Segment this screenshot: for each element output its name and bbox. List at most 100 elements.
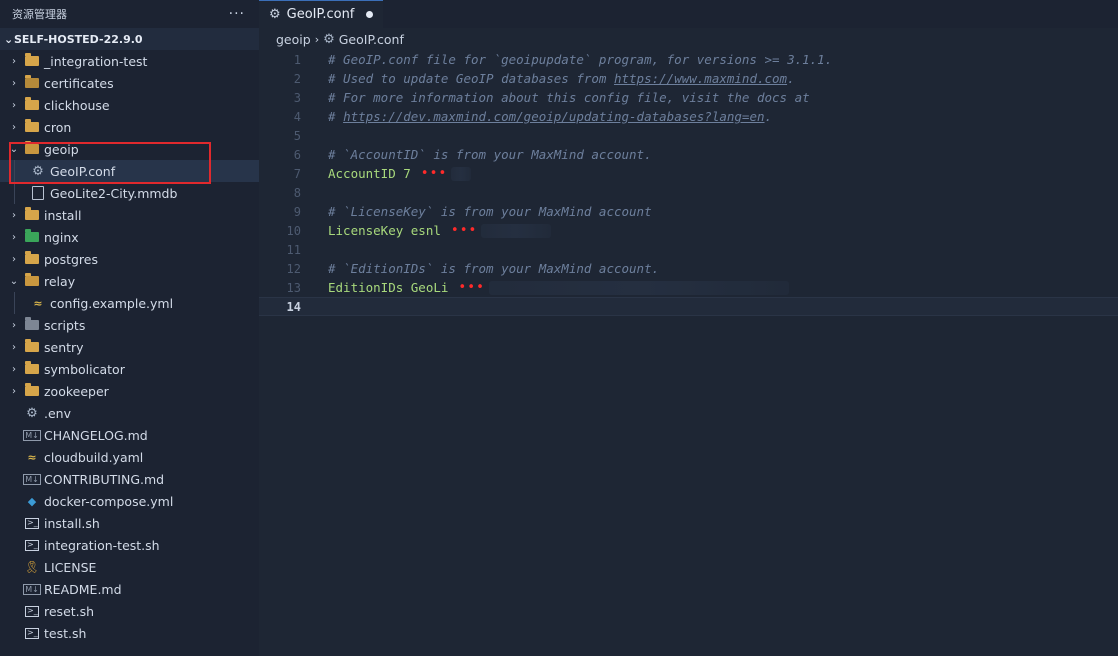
tree-item-label: integration-test.sh	[44, 537, 160, 553]
folder-icon	[24, 361, 40, 376]
tree-item-label: reset.sh	[44, 603, 95, 619]
tree-item[interactable]: ⚙ .env	[0, 402, 259, 424]
more-actions-icon[interactable]: ···	[229, 6, 245, 22]
line-number: 12	[286, 261, 301, 276]
code-line[interactable]: 3 # For more information about this confi…	[259, 88, 1118, 107]
shell-icon: >_	[25, 605, 39, 617]
line-number: 7	[293, 166, 301, 181]
code-line[interactable]: 10 LicenseKey esnl •••	[259, 221, 1118, 240]
chevron-right-icon: ›	[12, 319, 16, 331]
tree-item-label: LICENSE	[44, 559, 97, 575]
chevron-right-icon: ›	[12, 77, 16, 89]
code-link[interactable]: https://dev.maxmind.com/geoip/updating-d…	[343, 109, 764, 124]
line-number: 11	[286, 242, 301, 257]
code-text: # `LicenseKey` is from your MaxMind acco…	[328, 204, 652, 219]
code-line[interactable]: 14	[259, 297, 1118, 316]
code-line[interactable]: 12 # `EditionIDs` is from your MaxMind ac…	[259, 259, 1118, 278]
tree-item-label: GeoLite2-City.mmdb	[50, 185, 178, 201]
tree-item[interactable]: GeoLite2-City.mmdb	[0, 182, 259, 204]
blurred-secret	[481, 223, 552, 238]
code-editor[interactable]: 1 # GeoIP.conf file for `geoipupdate` pro…	[259, 50, 1118, 316]
tree-item[interactable]: › zookeeper	[0, 380, 259, 402]
code-line[interactable]: 4 # https://dev.maxmind.com/geoip/updatin…	[259, 107, 1118, 126]
redaction-marker: •••	[420, 166, 448, 181]
tree-item[interactable]: › cron	[0, 116, 259, 138]
folder-icon	[24, 119, 40, 134]
chevron-right-icon: ›	[12, 341, 16, 353]
breadcrumb-file[interactable]: GeoIP.conf	[339, 32, 404, 47]
tree-item[interactable]: › symbolicator	[0, 358, 259, 380]
code-link[interactable]: https://www.maxmind.com	[614, 71, 787, 86]
explorer-header: 资源管理器 ···	[0, 0, 259, 28]
code-line[interactable]: 13 EditionIDs GeoLi •••	[259, 278, 1118, 297]
tree-item-label: config.example.yml	[50, 295, 174, 311]
tree-item-label: sentry	[44, 339, 84, 355]
chevron-right-icon: ›	[12, 253, 16, 265]
tree-item-label: cron	[44, 119, 72, 135]
folder-icon	[24, 339, 40, 354]
docker-icon: ◆	[27, 494, 37, 508]
tree-item[interactable]: › sentry	[0, 336, 259, 358]
code-line[interactable]: 5	[259, 126, 1118, 145]
chevron-right-icon: ›	[12, 209, 16, 221]
line-number: 9	[293, 204, 301, 219]
code-text: # `AccountID` is from your MaxMind accou…	[328, 147, 652, 162]
folder-icon	[24, 53, 40, 68]
tree-item[interactable]: ⌄ relay	[0, 270, 259, 292]
code-line[interactable]: 1 # GeoIP.conf file for `geoipupdate` pro…	[259, 50, 1118, 69]
tree-item[interactable]: >_ reset.sh	[0, 600, 259, 622]
folder-icon	[24, 207, 40, 222]
tree-item[interactable]: › scripts	[0, 314, 259, 336]
code-line[interactable]: 8	[259, 183, 1118, 202]
line-number: 8	[293, 185, 301, 200]
tree-item[interactable]: >_ test.sh	[0, 622, 259, 644]
editor-area: ⚙ GeoIP.conf geoip › ⚙ GeoIP.conf 1 # Geo…	[259, 0, 1118, 656]
tree-item-label: cloudbuild.yaml	[44, 449, 144, 465]
code-line[interactable]: 2 # Used to update GeoIP databases from h…	[259, 69, 1118, 88]
code-text: # GeoIP.conf file for `geoipupdate` prog…	[328, 52, 833, 67]
tree-item[interactable]: M↓ README.md	[0, 578, 259, 600]
license-icon: 🎗	[24, 560, 40, 574]
code-line[interactable]: 9 # `LicenseKey` is from your MaxMind acc…	[259, 202, 1118, 221]
file-tree: › _integration-test › certificates › clickhou…	[0, 50, 259, 644]
line-number: 6	[293, 147, 301, 162]
chevron-down-icon: ⌄	[9, 275, 19, 287]
tree-item[interactable]: › nginx	[0, 226, 259, 248]
tree-item-label: docker-compose.yml	[44, 493, 174, 509]
chevron-right-icon: ›	[12, 121, 16, 133]
tree-item-label: clickhouse	[44, 97, 110, 113]
folder-nginx-icon	[24, 229, 40, 244]
tree-item[interactable]: ◆ docker-compose.yml	[0, 490, 259, 512]
tree-item[interactable]: >_ install.sh	[0, 512, 259, 534]
workspace-root-label: SELF-HOSTED-22.9.0	[14, 32, 143, 46]
code-line[interactable]: 7 AccountID 7 •••	[259, 164, 1118, 183]
code-text: # `EditionIDs` is from your MaxMind acco…	[328, 261, 660, 276]
code-text: # For more information about this config…	[328, 90, 810, 105]
shell-icon: >_	[25, 539, 39, 551]
line-number: 4	[293, 109, 301, 124]
workspace-root[interactable]: ⌄ SELF-HOSTED-22.9.0	[0, 28, 259, 50]
tree-item[interactable]: 🎗 LICENSE	[0, 556, 259, 578]
chevron-down-icon: ⌄	[4, 32, 14, 46]
tree-item[interactable]: › certificates	[0, 72, 259, 94]
tab-geoip-conf[interactable]: ⚙ GeoIP.conf	[259, 0, 384, 28]
tree-item[interactable]: >_ integration-test.sh	[0, 534, 259, 556]
tree-item[interactable]: › install	[0, 204, 259, 226]
folder-certificates-icon	[24, 75, 40, 90]
code-line[interactable]: 6 # `AccountID` is from your MaxMind acco…	[259, 145, 1118, 164]
shell-icon: >_	[25, 627, 39, 639]
annotation-highlight-box	[9, 142, 211, 184]
tree-item[interactable]: M↓ CHANGELOG.md	[0, 424, 259, 446]
tree-item[interactable]: › _integration-test	[0, 50, 259, 72]
tree-item[interactable]: › clickhouse	[0, 94, 259, 116]
gear-icon: ⚙	[323, 31, 335, 47]
unsaved-dot-icon[interactable]	[366, 11, 374, 18]
code-line[interactable]: 11	[259, 240, 1118, 259]
line-number: 1	[293, 52, 301, 67]
tree-item-label: install.sh	[44, 515, 100, 531]
tree-item[interactable]: › postgres	[0, 248, 259, 270]
tree-item[interactable]: ≈ cloudbuild.yaml	[0, 446, 259, 468]
breadcrumb-folder[interactable]: geoip	[276, 32, 311, 47]
tree-item[interactable]: ≈ config.example.yml	[0, 292, 259, 314]
tree-item[interactable]: M↓ CONTRIBUTING.md	[0, 468, 259, 490]
